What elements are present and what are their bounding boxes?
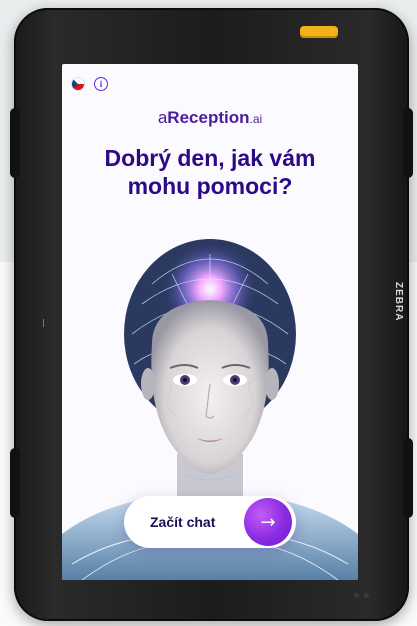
- arrow-glyph: →: [260, 511, 276, 533]
- app-screen: i aReception.ai Dobrý den, jak vám mohu …: [62, 64, 358, 580]
- scan-button[interactable]: [300, 26, 338, 38]
- title-line-2: mohu pomoci?: [127, 173, 293, 199]
- sensor-dot: [364, 593, 369, 598]
- info-icon[interactable]: i: [94, 77, 108, 91]
- czech-flag-graphic: [72, 78, 84, 90]
- app-logo: aReception.ai: [62, 108, 358, 128]
- info-glyph: i: [99, 79, 103, 89]
- top-bar: i: [71, 77, 108, 91]
- left-bumper-lower: [10, 448, 20, 518]
- title-line-1: Dobrý den, jak vám: [104, 145, 316, 171]
- brand-label: ZEBRA: [393, 282, 404, 322]
- arrow-right-icon[interactable]: →: [244, 498, 292, 546]
- page-title: Dobrý den, jak vám mohu pomoci?: [62, 144, 358, 200]
- start-chat-label: Začít chat: [150, 514, 216, 530]
- left-bumper: [10, 108, 20, 178]
- logo-name: Reception: [167, 108, 250, 127]
- start-chat-button[interactable]: Začít chat →: [124, 496, 296, 548]
- sensor-dot: [354, 593, 359, 598]
- logo-suffix: .ai: [249, 112, 263, 126]
- side-mark: [43, 319, 44, 327]
- right-bumper: [403, 108, 413, 178]
- logo-prefix: a: [157, 108, 168, 127]
- right-bumper-lower: [403, 438, 413, 518]
- czech-flag-icon[interactable]: [71, 77, 85, 91]
